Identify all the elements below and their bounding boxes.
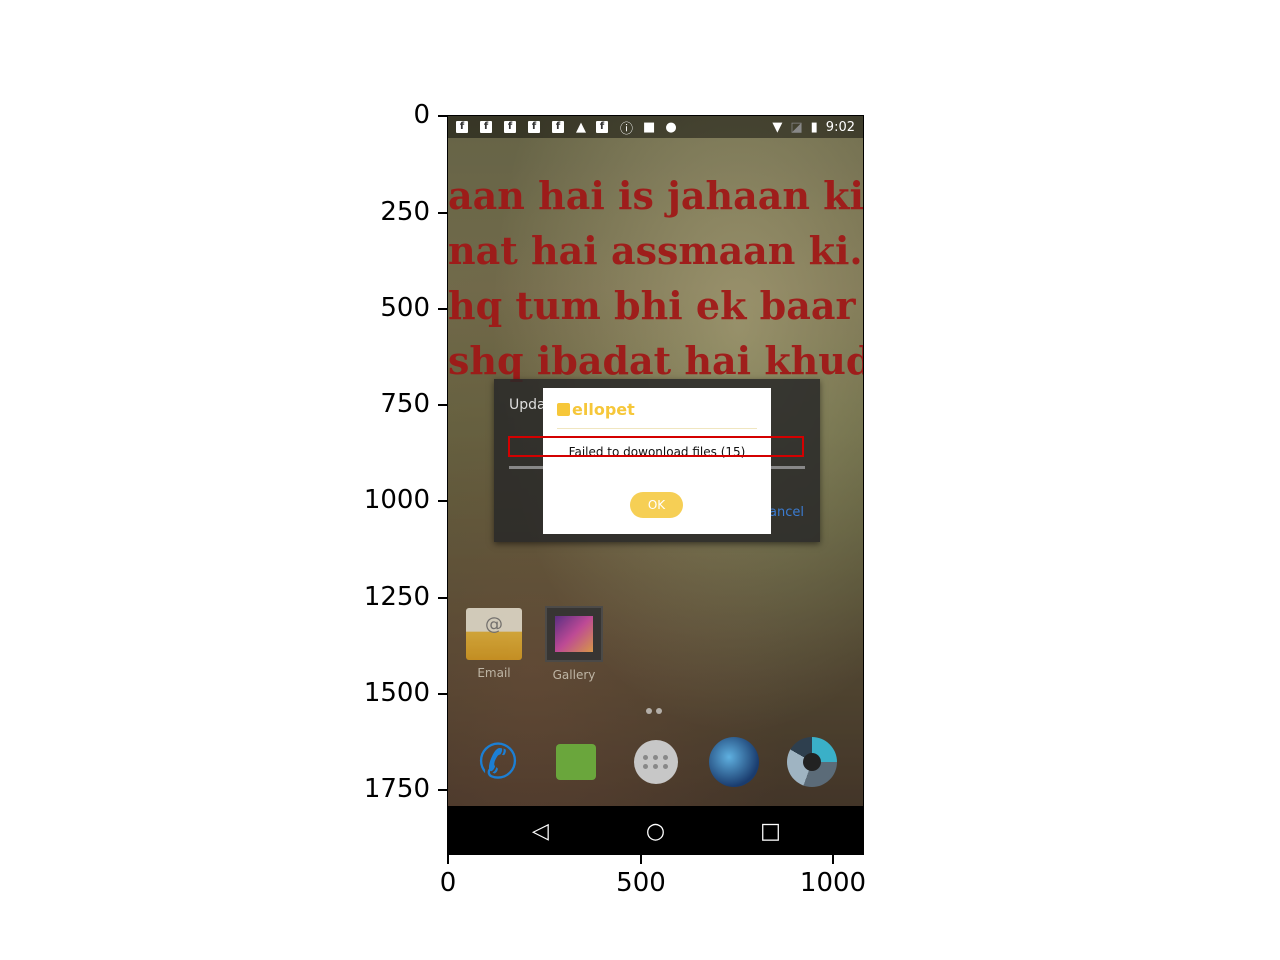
app-label: Gallery xyxy=(552,668,596,682)
android-icon: ● xyxy=(665,119,677,135)
x-tick-label: 0 xyxy=(439,868,457,898)
battery-charging-icon: ▮ xyxy=(810,119,818,135)
facebook-icon: f xyxy=(596,121,608,133)
app-drawer-icon xyxy=(634,740,678,784)
wallpaper-text: aan hai is jahaan ki.. xyxy=(448,173,864,218)
x-tick-label: 500 xyxy=(616,868,666,898)
ok-button[interactable]: OK xyxy=(630,492,683,518)
cancel-button[interactable]: ancel xyxy=(769,505,804,520)
lock-icon: ■ xyxy=(643,119,656,135)
wifi-icon: ▼ xyxy=(772,119,783,135)
facebook-icon: f xyxy=(480,121,492,133)
facebook-icon: f xyxy=(504,121,516,133)
page-dot xyxy=(646,708,652,714)
y-tick-label: 750 xyxy=(380,389,430,419)
messaging-icon xyxy=(556,736,606,780)
page-indicator xyxy=(646,708,662,714)
recents-button[interactable]: □ xyxy=(756,819,786,844)
facebook-icon: f xyxy=(528,121,540,133)
hellopet-logo: ellopet xyxy=(557,400,635,419)
error-dialog: ellopet Failed to dowonload files (15) O… xyxy=(543,388,771,534)
no-sim-icon: ◪ xyxy=(790,119,803,135)
y-tick-label: 1000 xyxy=(363,485,430,515)
gallery-icon xyxy=(545,606,603,662)
y-tick-label: 1500 xyxy=(363,678,430,708)
wallpaper-text: shq ibadat hai khuda k xyxy=(448,338,863,383)
y-tick-mark xyxy=(438,404,447,406)
navigation-bar: ◁ ○ □ xyxy=(448,806,863,854)
y-tick-label: 1250 xyxy=(363,582,430,612)
dock-app-drawer[interactable] xyxy=(628,734,684,790)
status-bar: f f f f f ▲ f ⓘ ■ ● ▼ ◪ ▮ 9:02 xyxy=(448,116,863,138)
camera-icon xyxy=(787,737,837,787)
y-tick-label: 250 xyxy=(380,197,430,227)
app-label: Email xyxy=(477,666,511,680)
update-dialog-title: Upda xyxy=(509,397,546,413)
browser-globe-icon xyxy=(709,737,759,787)
y-tick-mark xyxy=(438,693,447,695)
app-gallery[interactable]: Gallery xyxy=(543,606,605,682)
brand-name: ellopet xyxy=(572,400,635,419)
x-tick-mark xyxy=(640,855,642,864)
app-email[interactable]: @ Email xyxy=(463,608,525,680)
status-time: 9:02 xyxy=(825,119,855,135)
hellopet-logo-icon xyxy=(557,403,570,416)
y-tick-label: 1750 xyxy=(363,774,430,804)
home-button[interactable]: ○ xyxy=(641,819,671,844)
page-dot xyxy=(656,708,662,714)
back-button[interactable]: ◁ xyxy=(526,819,556,844)
y-tick-label: 500 xyxy=(380,293,430,323)
wallpaper-text: nat hai assmaan ki.. xyxy=(448,228,864,273)
phone-screen: aan hai is jahaan ki.. nat hai assmaan k… xyxy=(447,115,864,855)
y-tick-mark xyxy=(438,789,447,791)
warning-icon: ▲ xyxy=(576,119,586,135)
x-tick-mark xyxy=(832,855,834,864)
dock-phone[interactable]: ✆ xyxy=(470,734,526,790)
facebook-icon: f xyxy=(552,121,564,133)
y-tick-mark xyxy=(438,500,447,502)
x-tick-mark xyxy=(447,855,449,864)
divider xyxy=(557,428,757,429)
x-tick-label: 1000 xyxy=(799,868,867,898)
highlight-box xyxy=(508,436,804,457)
y-tick-mark xyxy=(438,597,447,599)
facebook-icon: f xyxy=(456,121,468,133)
email-icon: @ xyxy=(466,608,522,660)
info-icon: ⓘ xyxy=(620,121,634,137)
dock-camera[interactable] xyxy=(784,734,840,790)
y-tick-label: 0 xyxy=(413,100,430,130)
phone-icon: ✆ xyxy=(477,734,519,790)
dock-messaging[interactable] xyxy=(548,734,606,790)
dock-browser[interactable] xyxy=(706,734,762,790)
y-tick-mark xyxy=(438,308,447,310)
y-tick-mark xyxy=(438,212,447,214)
wallpaper-text: hq tum bhi ek baar yar xyxy=(448,283,863,328)
y-tick-mark xyxy=(438,115,447,117)
